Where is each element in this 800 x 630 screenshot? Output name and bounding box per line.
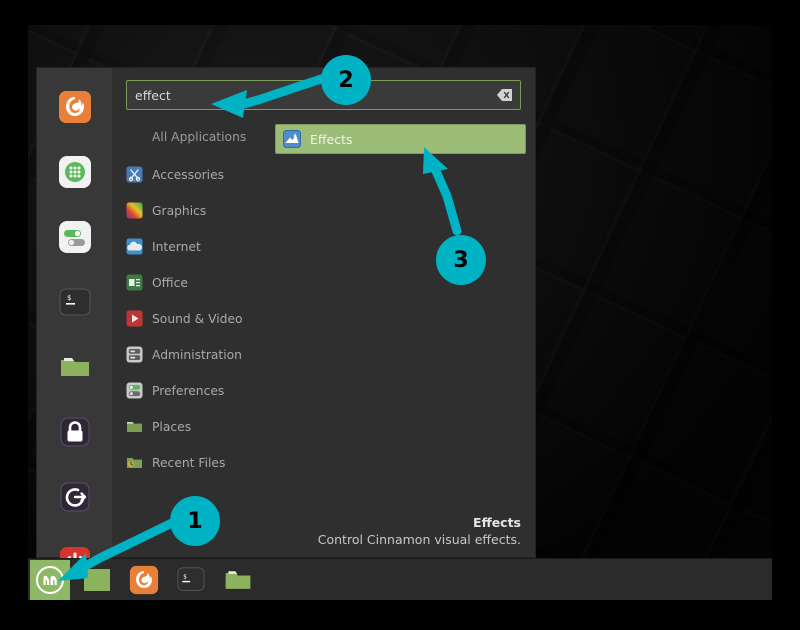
category-internet[interactable]: Internet xyxy=(120,234,267,259)
menu-main-area: All Applications xyxy=(112,68,535,557)
favorite-system-settings[interactable] xyxy=(58,220,92,254)
taskbar-files[interactable] xyxy=(218,560,258,600)
favorites-sidebar: $ xyxy=(37,68,112,557)
taskbar-panel[interactable]: $ xyxy=(28,558,772,600)
category-recent-files[interactable]: Recent Files xyxy=(120,450,267,475)
favorite-files[interactable] xyxy=(58,350,92,384)
search-box[interactable] xyxy=(126,80,521,110)
folder-icon xyxy=(223,566,253,594)
taskbar-show-desktop[interactable] xyxy=(77,560,117,600)
category-preferences[interactable]: Preferences xyxy=(120,378,267,403)
favorite-lock-screen[interactable] xyxy=(58,415,92,449)
results-list: Effects xyxy=(267,114,535,514)
favorite-firefox[interactable] xyxy=(58,90,92,124)
category-label: Preferences xyxy=(152,384,224,398)
graphics-icon xyxy=(126,202,143,219)
menu-footer: Effects Control Cinnamon visual effects. xyxy=(112,514,535,557)
selected-app-description: Control Cinnamon visual effects. xyxy=(126,531,521,548)
category-places[interactable]: Places xyxy=(120,414,267,439)
category-label: Sound & Video xyxy=(152,312,243,326)
clear-text-icon[interactable] xyxy=(494,81,516,109)
category-office[interactable]: Office xyxy=(120,270,267,295)
recent-files-icon xyxy=(126,454,143,471)
svg-text:$: $ xyxy=(67,294,71,302)
screenshot-root: $ xyxy=(0,0,800,630)
desktop[interactable]: $ xyxy=(28,25,772,600)
internet-icon xyxy=(126,238,143,255)
result-label: Effects xyxy=(310,132,353,147)
effects-result[interactable]: Effects xyxy=(275,124,526,154)
category-graphics[interactable]: Graphics xyxy=(120,198,267,223)
category-label: Internet xyxy=(152,240,201,254)
firefox-icon xyxy=(129,565,159,595)
selected-app-title: Effects xyxy=(126,514,521,531)
category-label: Places xyxy=(152,420,191,434)
category-label: Graphics xyxy=(152,204,206,218)
category-label: Recent Files xyxy=(152,456,225,470)
category-administration[interactable]: Administration xyxy=(120,342,267,367)
linux-mint-logo-icon xyxy=(34,564,66,596)
category-all-applications[interactable]: All Applications xyxy=(120,124,267,149)
office-icon xyxy=(126,274,143,291)
accessories-icon xyxy=(126,166,143,183)
administration-icon xyxy=(126,346,143,363)
taskbar-terminal[interactable]: $ xyxy=(171,560,211,600)
places-folder-icon xyxy=(126,418,143,435)
effects-icon xyxy=(283,130,301,148)
category-label: Accessories xyxy=(152,168,224,182)
category-sound-and-video[interactable]: Sound & Video xyxy=(120,306,267,331)
taskbar-firefox[interactable] xyxy=(124,560,164,600)
terminal-icon: $ xyxy=(176,566,206,594)
search-input[interactable] xyxy=(127,88,494,103)
preferences-icon xyxy=(126,382,143,399)
favorite-log-out[interactable] xyxy=(58,480,92,514)
svg-text:$: $ xyxy=(183,573,187,580)
green-square-icon xyxy=(84,569,110,591)
category-label: All Applications xyxy=(152,130,246,144)
menu-columns: All Applications xyxy=(112,114,535,514)
category-list: All Applications xyxy=(112,114,267,514)
category-label: Office xyxy=(152,276,188,290)
search-row xyxy=(112,68,535,114)
favorite-terminal[interactable]: $ xyxy=(58,285,92,319)
category-accessories[interactable]: Accessories xyxy=(120,162,267,187)
none-icon xyxy=(126,128,143,145)
category-label: Administration xyxy=(152,348,242,362)
sound-video-icon xyxy=(126,310,143,327)
favorite-software-manager[interactable] xyxy=(58,155,92,189)
taskbar-menu-button[interactable] xyxy=(30,560,70,600)
application-menu[interactable]: $ xyxy=(37,68,535,557)
